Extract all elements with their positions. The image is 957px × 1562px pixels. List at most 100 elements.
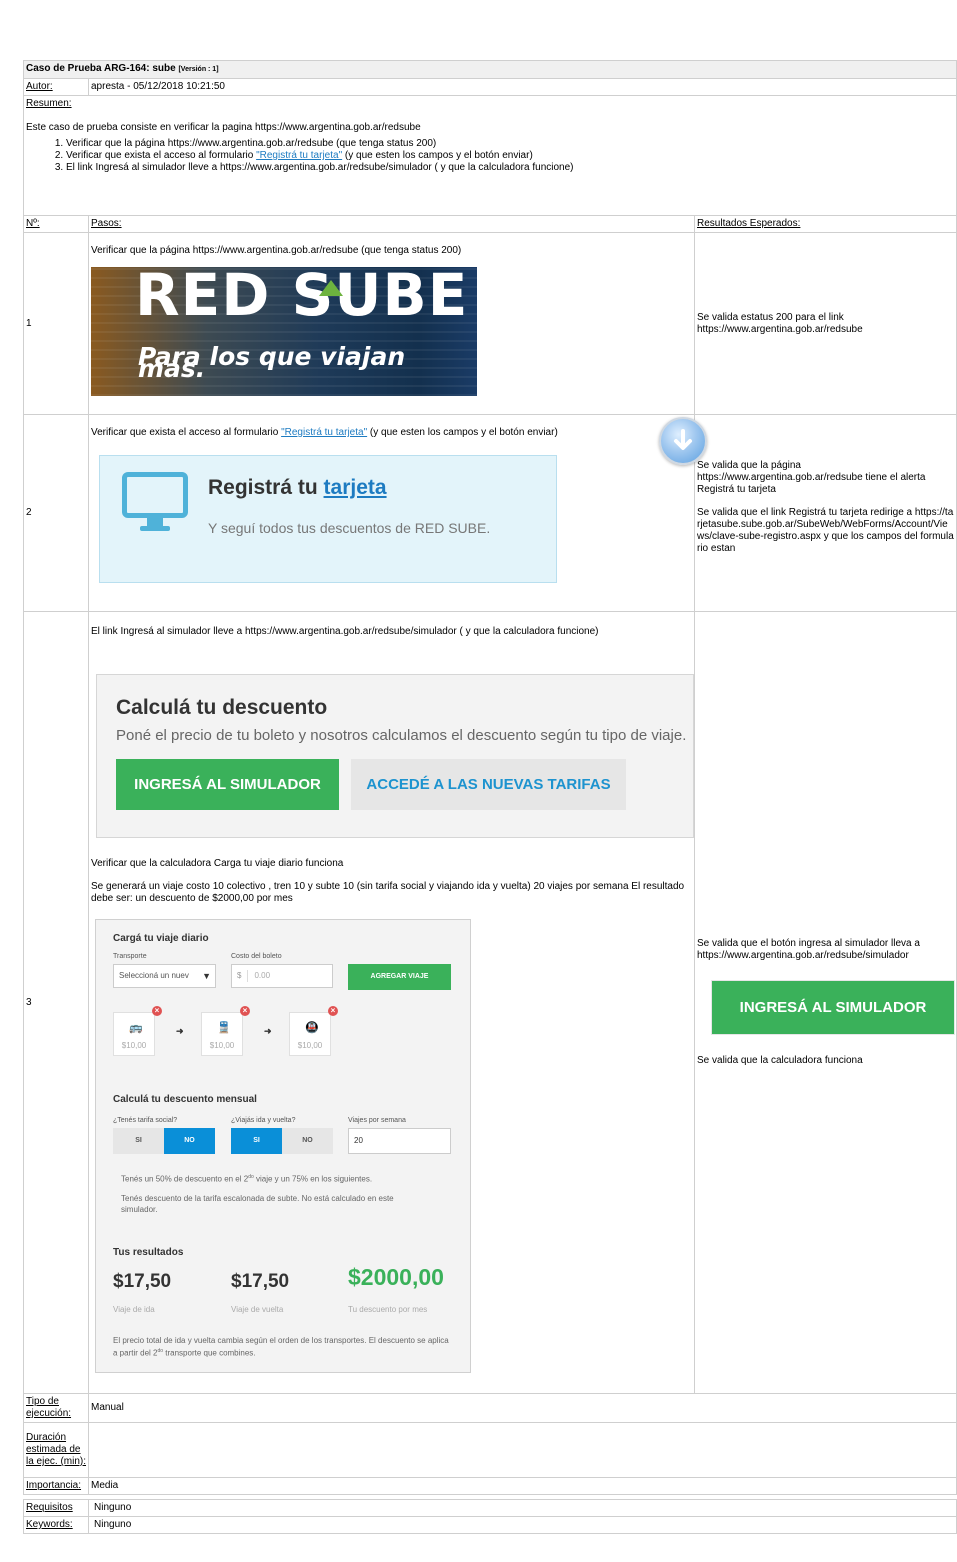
simulator-footer-note: El precio total de ida y vuelta cambia s… bbox=[113, 1336, 449, 1358]
importance-value: Media bbox=[87, 1477, 957, 1495]
cost-placeholder: 0.00 bbox=[254, 971, 271, 980]
social-label: ¿Tenés tarifa social? bbox=[113, 1117, 178, 1124]
social-yes-toggle[interactable]: SI bbox=[113, 1128, 164, 1154]
summary-item: El link Ingresá al simulador lleve a htt… bbox=[66, 162, 954, 174]
results-title: Tus resultados bbox=[113, 1247, 184, 1258]
trip-price: $10,00 bbox=[297, 1041, 323, 1050]
test-case-title: Caso de Prueba ARG-164: sube [Versión : … bbox=[22, 60, 957, 79]
expected-text: Se valida que la página https://www.arge… bbox=[697, 460, 926, 495]
register-card-subtitle: Y seguí todos tus descuentos de RED SUBE… bbox=[208, 520, 491, 536]
result-discount: $2000,00 bbox=[348, 1264, 444, 1290]
currency-prefix: $ bbox=[237, 970, 249, 982]
transport-select[interactable]: Seleccioná un nuev ▼ bbox=[113, 964, 216, 988]
subway-note: Tenés descuento de la tarifa escalonada … bbox=[121, 1194, 394, 1214]
author-value: apresta - 05/12/2018 10:21:50 bbox=[87, 78, 957, 96]
red-sube-banner: RED SUBE Para los que viajan más. bbox=[91, 267, 477, 396]
bus-icon: 🚌 bbox=[129, 1022, 143, 1034]
social-no-toggle[interactable]: NO bbox=[164, 1128, 215, 1154]
cost-label: Costo del boleto bbox=[231, 953, 282, 960]
result-ida-label: Viaje de ida bbox=[113, 1305, 155, 1314]
remove-trip-icon[interactable]: × bbox=[240, 1006, 250, 1016]
step-1-text: Verificar que la página https://www.arge… bbox=[91, 245, 462, 256]
caret-down-icon: ▼ bbox=[202, 971, 211, 981]
download-arrow-icon[interactable] bbox=[659, 417, 707, 465]
discount-card-title: Calculá tu descuento bbox=[116, 696, 328, 719]
requirements-label: Requisitos bbox=[23, 1499, 89, 1517]
banner-title: RED SUBE bbox=[135, 267, 469, 329]
remove-trip-icon[interactable]: × bbox=[328, 1006, 338, 1016]
summary-label: Resumen: bbox=[26, 98, 72, 109]
step-2-cell: Verificar que exista el acceso al formul… bbox=[88, 414, 695, 612]
title-text: Caso de Prueba ARG-164: sube bbox=[26, 63, 176, 74]
train-icon: 🚆 bbox=[217, 1022, 231, 1034]
remove-trip-icon[interactable]: × bbox=[152, 1006, 162, 1016]
simulator-button[interactable]: INGRESÁ AL SIMULADOR bbox=[116, 759, 339, 810]
register-card-title-link[interactable]: tarjeta bbox=[324, 476, 387, 499]
trip-price: $10,00 bbox=[121, 1041, 147, 1050]
summary-list: Verificar que la página https://www.arge… bbox=[66, 138, 954, 174]
step-3-text: El link Ingresá al simulador lleve a htt… bbox=[91, 626, 599, 637]
simulator-title: Cargá tu viaje diario bbox=[113, 933, 209, 944]
result-vuelta: $17,50 bbox=[231, 1271, 290, 1292]
step-3-text-3: Se generará un viaje costo 10 colectivo … bbox=[91, 881, 685, 904]
step-3-text-2: Verificar que la calculadora Carga tu vi… bbox=[91, 858, 344, 869]
step-2-text: Verificar que exista el acceso al formul… bbox=[91, 427, 558, 438]
monitor-icon bbox=[122, 472, 188, 518]
round-trip-yes-toggle[interactable]: SI bbox=[231, 1128, 282, 1154]
trips-week-input[interactable]: 20 bbox=[348, 1128, 451, 1154]
arrow-right-icon: ➜ bbox=[264, 1026, 272, 1036]
trip-card-train: 🚆 $10,00 bbox=[201, 1012, 243, 1056]
register-card-link[interactable]: "Registrá tu tarjeta" bbox=[256, 150, 342, 161]
subway-icon: 🚇 bbox=[305, 1022, 319, 1034]
step-1-expected: Se valida estatus 200 para el link https… bbox=[693, 232, 957, 415]
step-3-expected: Se valida que el botón ingresa al simula… bbox=[693, 611, 957, 1394]
step-1-cell: Verificar que la página https://www.arge… bbox=[88, 232, 695, 415]
author-label: Autor: bbox=[23, 78, 89, 96]
discount-card-subtitle: Poné el precio de tu boleto y nosotros c… bbox=[116, 727, 687, 744]
discount-note: Tenés un 50% de descuento en el 2do viaj… bbox=[121, 1174, 373, 1184]
exec-type-label: Tipo de ejecución: bbox=[23, 1393, 89, 1423]
round-trip-label: ¿Viajás ida y vuelta? bbox=[231, 1117, 296, 1124]
simulator-button[interactable]: INGRESÁ AL SIMULADOR bbox=[711, 980, 955, 1035]
expected-text: Se valida que el link Registrá tu tarjet… bbox=[697, 507, 954, 554]
summary-item: Verificar que la página https://www.arge… bbox=[66, 138, 954, 150]
summary-item: Verificar que exista el acceso al formul… bbox=[66, 150, 954, 162]
transport-label: Transporte bbox=[113, 953, 147, 960]
exec-type-value: Manual bbox=[87, 1393, 957, 1423]
trip-card-subway: 🚇 $10,00 bbox=[289, 1012, 331, 1056]
version-text: [Versión : 1] bbox=[178, 66, 219, 73]
expected-text: Se valida que la calculadora funciona bbox=[697, 1055, 863, 1066]
step-number: 3 bbox=[23, 611, 89, 1394]
round-trip-no-toggle[interactable]: NO bbox=[282, 1128, 333, 1154]
expected-text: Se valida que el botón ingresa al simula… bbox=[697, 938, 920, 961]
arrow-right-icon: ➜ bbox=[176, 1026, 184, 1036]
duration-value bbox=[87, 1422, 957, 1478]
col-expected-header: Resultados Esperados: bbox=[693, 215, 957, 233]
result-vuelta-label: Viaje de vuelta bbox=[231, 1305, 284, 1314]
banner-subtitle: Para los que viajan más. bbox=[138, 342, 406, 383]
summary-text: Este caso de prueba consiste en verifica… bbox=[26, 122, 421, 133]
importance-label: Importancia: bbox=[23, 1477, 89, 1495]
trips-week-label: Viajes por semana bbox=[348, 1117, 406, 1124]
discount-card: Calculá tu descuento Poné el precio de t… bbox=[96, 674, 694, 838]
new-rates-button[interactable]: ACCEDÉ A LAS NUEVAS TARIFAS bbox=[351, 759, 626, 810]
result-ida: $17,50 bbox=[113, 1271, 172, 1292]
duration-label: Duración estimada de la ejec. (min): bbox=[23, 1422, 89, 1478]
trip-card-bus: 🚌 $10,00 bbox=[113, 1012, 155, 1056]
summary-cell: Resumen: Este caso de prueba consiste en… bbox=[22, 95, 957, 216]
result-discount-label: Tu descuento por mes bbox=[348, 1305, 428, 1314]
step-number: 1 bbox=[23, 232, 89, 415]
step-number: 2 bbox=[23, 414, 89, 612]
cost-input[interactable]: $ 0.00 bbox=[231, 964, 333, 988]
col-num-header: Nº: bbox=[23, 215, 89, 233]
add-trip-button[interactable]: AGREGAR VIAJE bbox=[348, 964, 451, 990]
monthly-title: Calculá tu descuento mensual bbox=[113, 1094, 257, 1105]
daily-trip-simulator: Cargá tu viaje diario Transporte Selecci… bbox=[95, 919, 471, 1373]
up-arrow-icon bbox=[319, 280, 343, 296]
keywords-label: Keywords: bbox=[23, 1516, 89, 1534]
col-steps-header: Pasos: bbox=[88, 215, 695, 233]
register-card-alert: Registrá tu tarjeta Y seguí todos tus de… bbox=[99, 455, 557, 583]
step-3-cell: El link Ingresá al simulador lleve a htt… bbox=[88, 611, 695, 1394]
test-case-document: Caso de Prueba ARG-164: sube [Versión : … bbox=[22, 60, 957, 1534]
register-card-link[interactable]: "Registrá tu tarjeta" bbox=[281, 427, 367, 438]
